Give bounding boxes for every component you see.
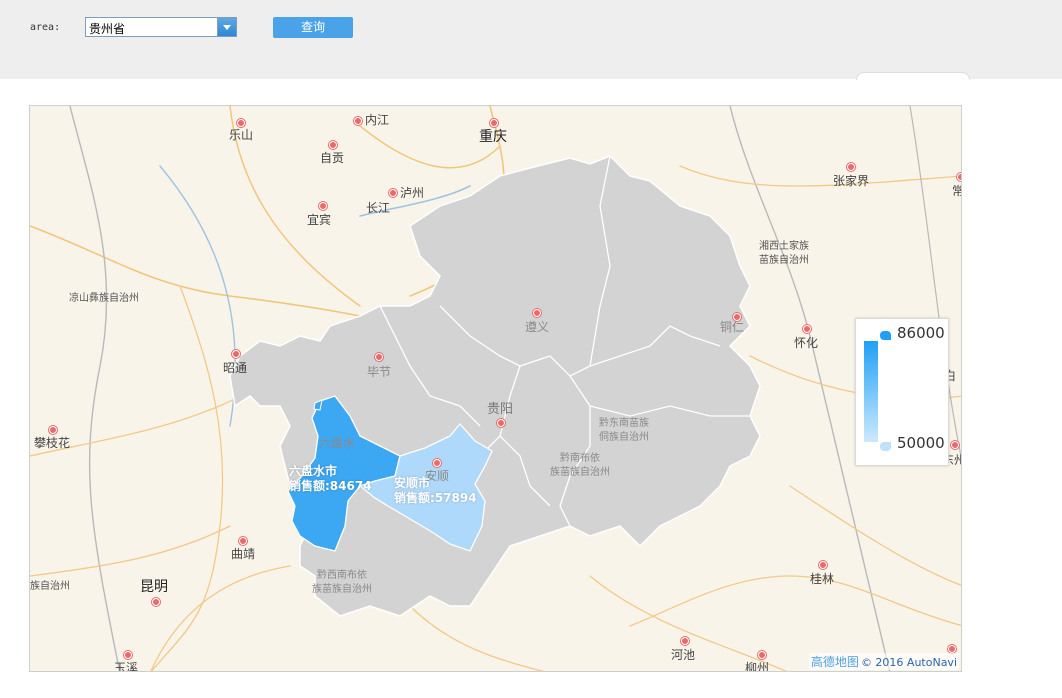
region-value: 销售额:57894 (394, 491, 477, 505)
city-label: 桂林 (809, 572, 835, 586)
city-label: 攀枝花 (33, 436, 71, 450)
city-label: 毕节 (366, 365, 392, 379)
city-dot (329, 141, 337, 149)
chevron-down-icon[interactable] (217, 18, 236, 36)
city-dot (232, 350, 240, 358)
city-label: 昆明 (140, 579, 168, 595)
city-dot (389, 189, 397, 197)
city-dot (124, 651, 132, 659)
legend-min-handle[interactable] (880, 442, 891, 451)
city-dot (957, 173, 961, 181)
city-label: 铜仁 (719, 320, 745, 334)
city-label: 遵义 (524, 320, 550, 334)
region-value: 销售额:84674 (289, 479, 372, 493)
city-label: 贵阳 (486, 402, 514, 417)
city-dot (239, 537, 247, 545)
legend-max-value: 86000 (897, 324, 945, 342)
city-label: 宜宾 (306, 213, 332, 227)
city-dot (847, 163, 855, 171)
map-canvas (30, 106, 961, 671)
city-label: 昭通 (222, 361, 248, 375)
city-dot (497, 419, 505, 427)
region-name: 安顺市 (394, 476, 431, 490)
city-dot (819, 561, 827, 569)
map-view[interactable]: 乐山 内江 重庆 自贡 泸州 长江 宜宾 张家界 常 湘西土家族 苗族自治州 凉… (29, 105, 962, 672)
region-label-liupanshui: 六盘水市 销售额:84674 (289, 464, 372, 494)
city-label: 常 (952, 182, 961, 199)
region-name: 六盘水市 (289, 464, 338, 478)
city-dot (433, 459, 441, 467)
map-brand-logo: 高德地图 (810, 655, 859, 669)
toolbar: area: 贵州省 查询 (0, 0, 1062, 80)
city-dot (948, 645, 956, 653)
area-select[interactable]: 贵州省 (85, 17, 237, 37)
city-label: 乐山 (228, 128, 254, 142)
city-label: 内江 (364, 113, 390, 127)
city-label: 族苗族自治州 (550, 467, 610, 478)
city-dot (49, 426, 57, 434)
city-label: 湘西土家族 (759, 241, 809, 252)
legend-min-value: 50000 (897, 434, 945, 452)
legend-max-handle[interactable] (880, 331, 891, 340)
city-dot (152, 598, 160, 606)
city-dot (951, 441, 959, 449)
city-dot (354, 117, 362, 125)
city-label: 族自治州 (30, 581, 70, 592)
city-label: 长江 (365, 201, 391, 215)
area-select-value: 贵州省 (89, 22, 126, 36)
city-label: 黔东南苗族 (599, 418, 649, 429)
city-label: 张家界 (832, 174, 870, 188)
city-label: 自贡 (319, 151, 345, 165)
city-label: 怀化 (793, 336, 819, 350)
city-label: 河池 (670, 648, 696, 662)
city-dot (319, 202, 327, 210)
city-dot (533, 309, 541, 317)
city-label: 重庆 (479, 129, 507, 145)
map-copyright: © 2016 AutoNavi (860, 656, 957, 669)
city-label: 曲靖 (230, 547, 256, 561)
panel-tab[interactable] (856, 72, 970, 80)
city-label: 六盘水 (318, 436, 356, 450)
area-label: area: (30, 22, 61, 33)
city-label: 玉溪 (113, 661, 139, 672)
city-label: 凉山彝族自治州 (69, 293, 139, 304)
region-label-anshun: 安顺市 销售额:57894 (394, 476, 477, 506)
city-label: 族苗族自治州 (312, 584, 372, 595)
city-dot (681, 637, 689, 645)
visual-map-legend: 86000 50000 (855, 318, 949, 466)
city-dot (375, 353, 383, 361)
city-label: 侗族自治州 (599, 432, 649, 443)
city-dot (803, 325, 811, 333)
city-label: 泸州 (399, 186, 425, 200)
city-label: 柳州 (744, 661, 770, 672)
city-label: 黔西南布依 (317, 570, 367, 581)
city-dot (758, 651, 766, 659)
query-button[interactable]: 查询 (273, 17, 353, 38)
map-attribution[interactable]: 高德地图 © 2016 AutoNavi (808, 653, 959, 670)
legend-gradient-bar (864, 341, 878, 442)
city-label: 苗族自治州 (759, 255, 809, 266)
city-label: 黔南布依 (560, 453, 600, 464)
